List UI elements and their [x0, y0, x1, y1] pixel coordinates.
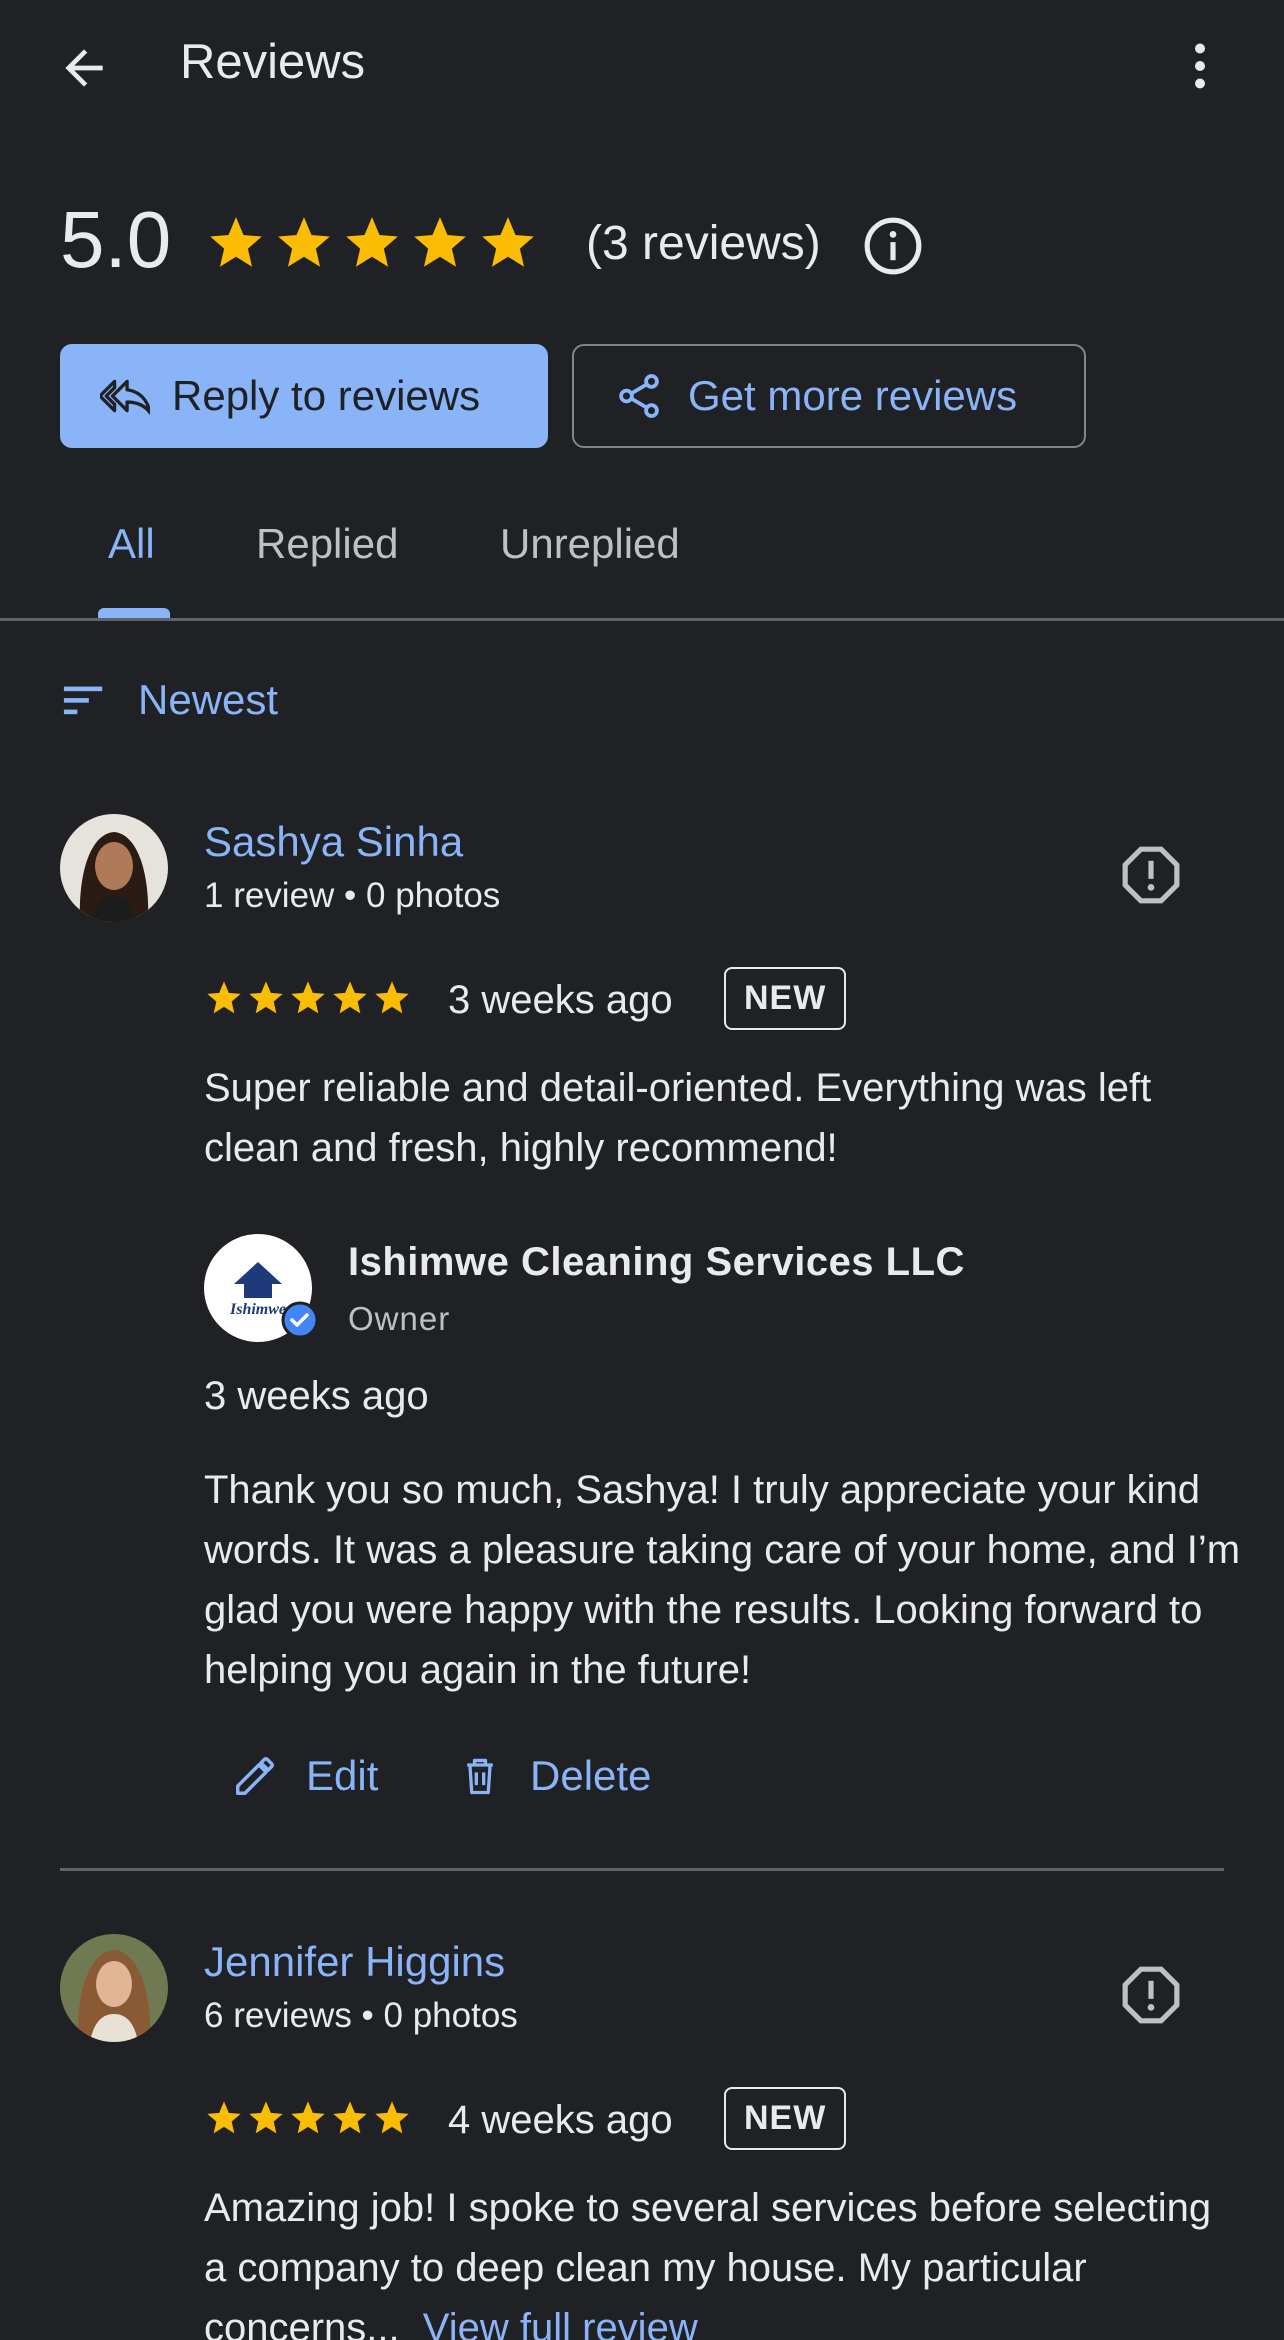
get-more-reviews-label: Get more reviews: [688, 372, 1018, 419]
star-icon: [249, 981, 283, 1014]
star-icon: [482, 217, 534, 267]
review-text: Super reliable and detail-oriented. Ever…: [204, 1066, 1152, 1170]
report-icon: [1122, 1966, 1180, 2024]
star-icon: [333, 981, 367, 1014]
edit-label: Edit: [306, 1752, 379, 1799]
star-icon: [375, 2101, 409, 2134]
business-name: Ishimwe Cleaning Services LLC: [348, 1240, 965, 1284]
divider: [60, 1868, 1224, 1871]
star-icon: [210, 217, 262, 267]
edit-icon: [236, 1757, 274, 1795]
more-options-button[interactable]: [1170, 34, 1230, 98]
new-badge: NEW: [724, 967, 847, 1030]
review-text: Amazing job! I spoke to several services…: [204, 2178, 1244, 2340]
tab-replied[interactable]: Replied: [256, 520, 398, 568]
reviewer-meta: 6 reviews • 0 photos: [204, 1996, 518, 2035]
tab-unreplied[interactable]: Unreplied: [500, 520, 680, 568]
review-stars: [204, 2098, 412, 2138]
review-stars: [204, 978, 412, 1018]
svg-text:Ishimwe: Ishimwe: [229, 1301, 286, 1318]
report-review-button[interactable]: [1120, 1964, 1182, 2026]
star-icon: [375, 981, 409, 1014]
delete-icon: [467, 1758, 493, 1795]
page-title: Reviews: [180, 35, 366, 89]
get-more-reviews-button[interactable]: Get more reviews: [572, 344, 1086, 448]
sort-button[interactable]: Newest: [62, 676, 278, 724]
rating-stars: [205, 212, 539, 274]
info-button[interactable]: [862, 215, 924, 277]
star-icon: [207, 981, 241, 1014]
reviewer-name[interactable]: Sashya Sinha: [204, 818, 463, 866]
business-logo-image: Ishimwe: [204, 1234, 319, 1342]
tab-indicator: [98, 608, 170, 618]
review-time: 3 weeks ago: [448, 978, 673, 1022]
reply-to-reviews-label: Reply to reviews: [172, 372, 481, 419]
avatar[interactable]: [60, 1934, 168, 2042]
avatar[interactable]: [60, 814, 168, 922]
reply-to-reviews-button[interactable]: Reply to reviews: [60, 344, 548, 448]
view-full-review-link[interactable]: View full review: [423, 2306, 698, 2340]
report-icon: [1122, 846, 1180, 904]
review-count: (3 reviews): [586, 217, 821, 270]
tab-all[interactable]: All: [108, 520, 155, 568]
average-rating: 5.0: [60, 195, 172, 284]
review-text-start: Amazing job! I spoke to several services…: [204, 2186, 1212, 2340]
more-vert-icon: [1195, 43, 1205, 89]
reply-all-icon: [100, 379, 150, 415]
avatar-photo: [60, 814, 168, 922]
sort-label: Newest: [138, 676, 279, 723]
reply-text: Thank you so much, Sashya! I truly appre…: [204, 1468, 1241, 1692]
star-icon: [333, 2101, 367, 2134]
delete-reply-button[interactable]: Delete: [458, 1752, 651, 1800]
star-icon: [207, 2101, 241, 2134]
business-logo: Ishimwe: [204, 1234, 319, 1346]
reply-time: 3 weeks ago: [204, 1374, 429, 1418]
star-icon: [291, 981, 325, 1014]
star-icon: [346, 217, 398, 267]
star-icon: [291, 2101, 325, 2134]
owner-label: Owner: [348, 1300, 451, 1337]
arrow-back-icon: [65, 49, 103, 87]
reviewer-name[interactable]: Jennifer Higgins: [204, 1938, 505, 1986]
back-button[interactable]: [52, 36, 116, 100]
avatar-photo: [60, 1934, 168, 2042]
new-badge: NEW: [724, 2087, 847, 2150]
delete-label: Delete: [530, 1752, 652, 1799]
review-time: 4 weeks ago: [448, 2098, 673, 2142]
star-icon: [249, 2101, 283, 2134]
divider: [0, 618, 1284, 621]
star-icon: [414, 217, 466, 267]
edit-reply-button[interactable]: Edit: [232, 1752, 378, 1800]
reviewer-meta: 1 review • 0 photos: [204, 876, 501, 915]
info-icon: [864, 217, 922, 275]
star-icon: [278, 217, 330, 267]
report-review-button[interactable]: [1120, 844, 1182, 906]
share-icon: [619, 374, 659, 418]
sort-icon: [63, 686, 103, 715]
